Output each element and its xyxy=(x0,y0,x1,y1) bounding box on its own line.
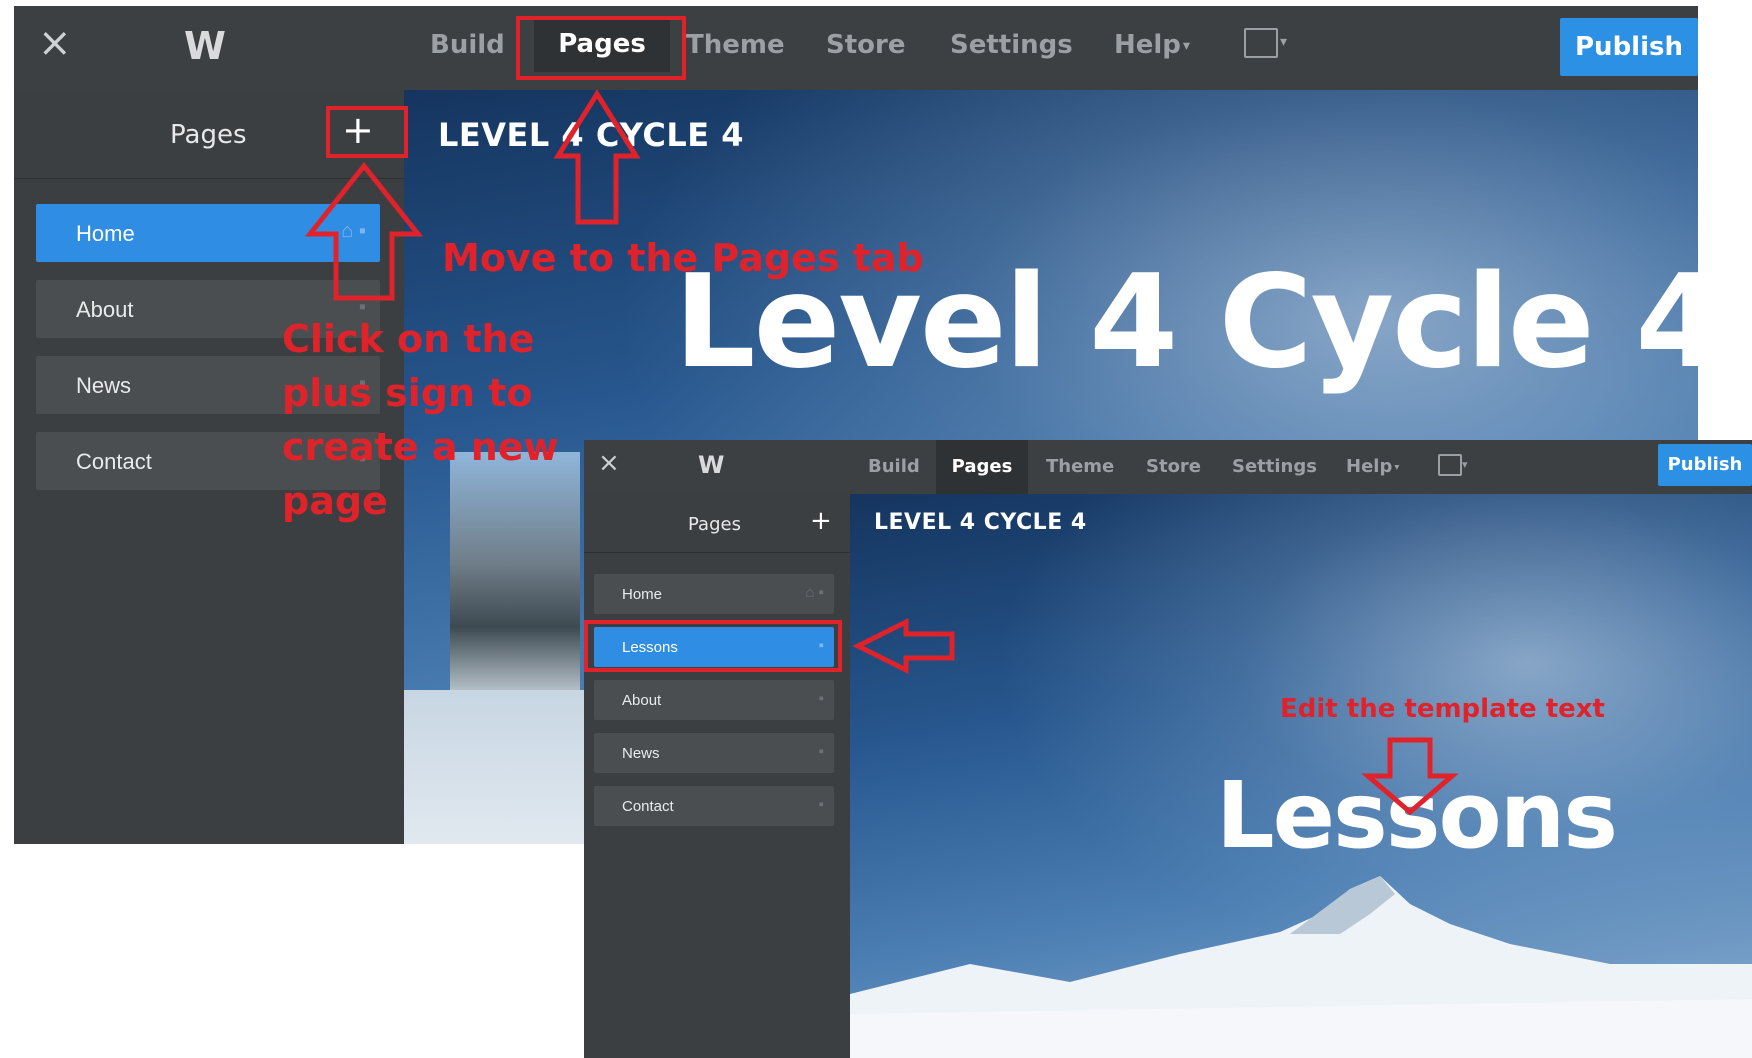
tab-store[interactable]: Store xyxy=(826,30,905,60)
sidebar-title: Pages xyxy=(170,120,247,150)
annotation-line: plus sign to xyxy=(282,371,533,415)
page-label: Home xyxy=(622,586,663,603)
page-label: About xyxy=(622,692,662,709)
page-label: About xyxy=(76,297,134,322)
sidebar-title: Pages xyxy=(688,514,741,535)
annotation-click-plus: Click on the plus sign to create a new p… xyxy=(282,312,559,528)
site-preview-canvas[interactable]: LEVEL 4 CYCLE 4 Lessons xyxy=(850,494,1752,1058)
page-icon: ▪ xyxy=(818,690,824,707)
sidebar-item-news[interactable]: News ▪ xyxy=(594,733,834,773)
annotation-line: create a new xyxy=(282,425,559,469)
weebly-logo: W xyxy=(698,451,725,479)
annotation-line: page xyxy=(282,479,388,523)
sidebar-header: Pages + xyxy=(584,494,850,553)
close-icon[interactable]: × xyxy=(598,448,620,478)
chevron-down-icon[interactable]: ▾ xyxy=(1280,34,1287,50)
top-navigation-bar: × W Build Pages Theme Store Settings Hel… xyxy=(14,6,1698,90)
publish-button[interactable]: Publish xyxy=(1560,18,1698,76)
publish-button[interactable]: Publish xyxy=(1658,444,1752,486)
desktop-device-icon[interactable] xyxy=(1244,28,1278,58)
tab-theme[interactable]: Theme xyxy=(686,30,785,60)
annotation-move-to-pages: Move to the Pages tab xyxy=(442,236,924,280)
pages-sidebar: Pages + Home ⌂ ▪ Lessons ▪ About ▪ News … xyxy=(584,494,850,1058)
page-icon: ⌂ ▪ xyxy=(341,220,366,242)
add-page-highlight xyxy=(326,106,408,158)
page-label: Home xyxy=(76,221,135,246)
chevron-down-icon: ▾ xyxy=(1394,461,1400,473)
close-icon[interactable]: × xyxy=(38,20,72,66)
lessons-item-highlight xyxy=(584,620,842,672)
help-label: Help xyxy=(1346,456,1393,477)
page-icon: ⌂ ▪ xyxy=(805,584,824,601)
desktop-device-icon[interactable] xyxy=(1438,454,1462,476)
tab-settings[interactable]: Settings xyxy=(1232,456,1317,477)
page-label: Contact xyxy=(622,798,674,815)
tab-build[interactable]: Build xyxy=(868,456,920,477)
tab-help[interactable]: Help ▾ xyxy=(1346,456,1399,477)
sidebar-item-home[interactable]: Home ⌂ ▪ xyxy=(36,204,380,262)
annotation-line: Click on the xyxy=(282,317,535,361)
page-icon: ▪ xyxy=(818,796,824,813)
tab-settings[interactable]: Settings xyxy=(950,30,1073,60)
snow-ground xyxy=(404,690,604,844)
tab-store[interactable]: Store xyxy=(1146,456,1201,477)
tab-build[interactable]: Build xyxy=(430,30,505,60)
add-page-button[interactable]: + xyxy=(810,506,832,536)
sidebar-item-home[interactable]: Home ⌂ ▪ xyxy=(594,574,834,614)
page-icon: ▪ xyxy=(818,743,824,760)
chevron-down-icon[interactable]: ▾ xyxy=(1462,458,1468,471)
top-navigation-bar: × W Build Pages Theme Store Settings Hel… xyxy=(584,440,1752,494)
sidebar-item-contact[interactable]: Contact ▪ xyxy=(594,786,834,826)
weebly-logo: W xyxy=(184,24,226,68)
site-title[interactable]: LEVEL 4 CYCLE 4 xyxy=(438,116,744,154)
help-label: Help xyxy=(1114,30,1181,60)
sidebar-item-about[interactable]: About ▪ xyxy=(594,680,834,720)
mountain-image xyxy=(850,876,1752,1058)
annotation-edit-template: Edit the template text xyxy=(1280,694,1605,724)
tab-help[interactable]: Help ▾ xyxy=(1114,30,1190,60)
chevron-down-icon: ▾ xyxy=(1182,37,1191,54)
page-label: News xyxy=(622,745,660,762)
page-label: Contact xyxy=(76,449,152,474)
pages-tab-highlight xyxy=(516,16,686,80)
page-label: News xyxy=(76,373,132,398)
editor-screenshot-front: × W Build Pages Theme Store Settings Hel… xyxy=(584,440,1752,1058)
tab-theme[interactable]: Theme xyxy=(1046,456,1114,477)
tab-pages[interactable]: Pages xyxy=(936,440,1028,494)
